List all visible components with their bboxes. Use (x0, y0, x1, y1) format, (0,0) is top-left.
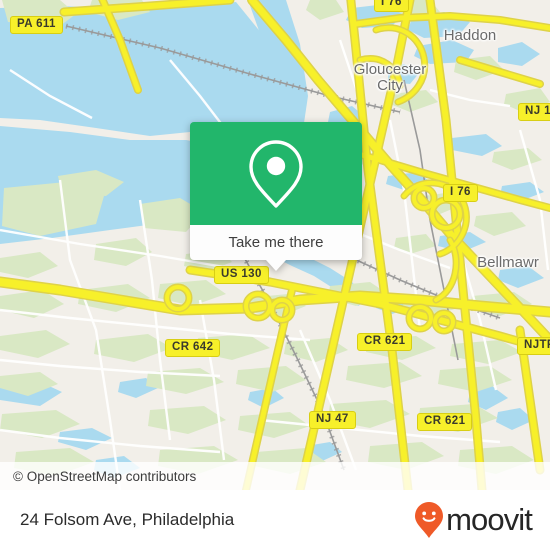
road-shield-njtp[interactable]: NJTP (517, 337, 550, 355)
place-label-text: Haddon (443, 27, 497, 44)
take-me-there-button[interactable]: Take me there (190, 225, 362, 260)
moovit-smiley-pin-icon (415, 502, 444, 538)
place-label-text: Bellmawr (477, 254, 539, 271)
moovit-logo: moovit (414, 501, 550, 539)
place-label-text: Gloucester (353, 61, 427, 78)
road-shield-cr-642[interactable]: CR 642 (165, 339, 221, 357)
map-pin-icon (249, 139, 303, 208)
moovit-wordmark: moovit (446, 502, 533, 537)
popup-pin-panel (190, 122, 362, 225)
map-canvas[interactable]: Haddon Gloucester City Bellmawr PA 611 I… (0, 0, 550, 490)
road-shield-pa-611[interactable]: PA 611 (10, 16, 63, 34)
take-me-there-label: Take me there (228, 234, 324, 251)
road-shield-us-130[interactable]: US 130 (214, 266, 269, 284)
place-label-bellmawr: Bellmawr (466, 255, 550, 271)
location-popup-card[interactable]: Take me there (190, 122, 362, 271)
footer-bar: 24 Folsom Ave, Philadelphia moovit (0, 490, 550, 550)
road-shield-cr-621-s[interactable]: CR 621 (417, 413, 473, 431)
road-shield-cr-621[interactable]: CR 621 (357, 333, 413, 351)
road-shield-i-76-n[interactable]: I 76 (374, 0, 409, 12)
address-label: 24 Folsom Ave, Philadelphia (20, 510, 235, 529)
popup-pointer (266, 260, 286, 271)
attribution-text: © OpenStreetMap contributors (13, 468, 197, 484)
road-shield-i-76[interactable]: I 76 (443, 184, 478, 202)
place-label-text: City (377, 77, 403, 94)
place-label-gloucester-city: Gloucester City (340, 62, 440, 94)
attribution-bar: © OpenStreetMap contributors (0, 462, 550, 490)
road-shield-nj-168[interactable]: NJ 168 (518, 103, 550, 121)
moovit-map-screen: Haddon Gloucester City Bellmawr PA 611 I… (0, 0, 550, 550)
road-shield-nj-47[interactable]: NJ 47 (309, 411, 356, 429)
place-label-haddon: Haddon (430, 28, 510, 44)
